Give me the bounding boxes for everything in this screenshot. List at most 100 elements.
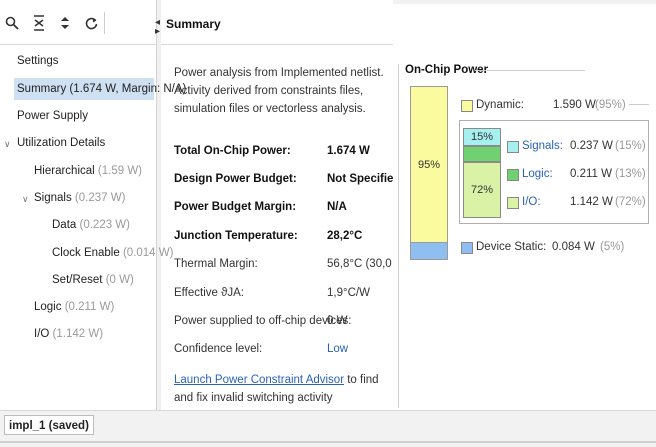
summary-row-label: Effective ϑJA: [174,287,244,299]
tree-item-settings[interactable]: Settings [17,50,59,72]
launch-advisor-text: Launch Power Constraint Advisor to find … [174,371,389,407]
summary-row-label: Design Power Budget: [174,173,297,185]
collapse-all-icon[interactable] [31,14,47,32]
legend-value: 1.142 W [570,196,613,208]
segment-io-pct: 72% [470,184,494,196]
summary-row-value: Not Specified [327,173,393,185]
confidence-link[interactable]: Low [327,340,348,358]
segment-io: 72% [463,162,501,218]
tree-item-summary[interactable]: Summary (1.674 W, Margin: N/A) [14,78,186,100]
toolbar [0,0,156,45]
legend-pct: (15%) [615,140,646,152]
summary-row-label: Thermal Margin: [174,258,258,270]
legend-pct: (72%) [615,196,646,208]
summary-header: Summary [161,0,393,45]
legend-io: I/O: 1.142 W (72%) [507,194,652,210]
legend-logic: Logic: 0.211 W (13%) [507,166,652,182]
summary-row-label: Power supplied to off-chip devices: [174,315,352,327]
legend-pct: (13%) [615,168,646,180]
launch-advisor-link[interactable]: Launch Power Constraint Advisor [174,374,344,386]
summary-row-value: 28,2°C [327,230,363,242]
summary-row-label: Total On-Chip Power: [174,145,291,157]
legend-value: 0.211 W [570,168,612,180]
top-strip [393,0,656,4]
legend-pct: (95%) [595,99,626,111]
tree-item-label: Set/Reset [52,274,103,286]
io-swatch [507,197,519,209]
tree-item-value: (0.211 W) [64,301,115,313]
tree-item-label: I/O [34,328,50,340]
tree-item-label: Settings [17,55,59,67]
segment-logic [463,146,501,162]
dynamic-rule [629,104,649,105]
expand-all-icon[interactable] [57,14,73,32]
legend-value: 0.237 W [570,140,613,152]
summary-intro: Power analysis from Implemented netlist.… [174,67,384,115]
summary-row-value: N/A [327,201,347,213]
legend-pct: (5%) [600,241,625,253]
summary-title: Summary [166,17,221,31]
signals-swatch [507,141,519,153]
search-icon[interactable] [4,14,20,32]
power-bar-dynamic-pct: 95% [417,159,441,171]
status-bar: impl_1 (saved) [0,410,656,447]
tree-item-value: (1.142 W) [52,328,104,340]
status-underline [0,441,656,443]
tree-item-value: (0.237 W) [74,192,126,204]
tree-item-label: Utilization Details [17,137,106,149]
tree-item-signals[interactable]: ∨ Signals (0.237 W) [22,187,125,209]
signals-link[interactable]: Signals: [522,138,563,154]
tree-item-clock-enable[interactable]: Clock Enable (0.014 W) [52,242,173,264]
panel-separator [398,64,399,408]
summary-row-value: 0 W [327,315,348,327]
tree-item-label: Hierarchical [34,165,95,177]
tree-item-hierarchical[interactable]: Hierarchical (1.59 W) [34,160,142,182]
segment-signals: 15% [463,128,501,146]
legend-value: 1.590 W [553,99,596,111]
tree-item-set-reset[interactable]: Set/Reset (0 W) [52,269,134,291]
dynamic-swatch [461,100,473,112]
segment-signals-pct: 15% [470,131,494,143]
tree-item-label: Data [52,219,77,231]
logic-swatch [507,169,519,181]
logic-link[interactable]: Logic: [522,166,553,182]
title-rule [475,70,585,71]
tree-item-data[interactable]: Data (0.223 W) [52,214,130,236]
tree-item-utilization-details[interactable]: ∨ Utilization Details [4,132,105,154]
summary-row-label: Confidence level: [174,343,263,355]
tree-item-power-supply[interactable]: Power Supply [17,105,88,127]
tree-item-label: Signals [34,192,72,204]
tree-item-value: (0 W) [105,274,134,286]
power-bar: 95% [410,86,448,260]
dynamic-breakdown-bar: 15% 72% [463,128,503,218]
legend-signals: Signals: 0.237 W (15%) [507,138,652,154]
legend-value: 0.084 W [552,241,595,253]
tree-item-io[interactable]: I/O (1.142 W) [34,323,103,345]
tree-item-label: Clock Enable [52,247,120,259]
summary-row-value: 1,9°C/W [327,287,370,299]
summary-row-value: 1.674 W [327,145,370,157]
power-bar-static [411,243,447,259]
toolbar-separator [104,12,105,34]
refresh-icon[interactable] [83,14,99,32]
tree-item-label: Logic [34,301,62,313]
run-tab[interactable]: impl_1 (saved) [4,415,94,435]
summary-row-value: 56,8°C (30,0 W) [327,258,393,270]
tree-item-label: Power Supply [17,110,88,122]
tree-item-logic[interactable]: Logic (0.211 W) [34,296,114,318]
chevron-down-icon[interactable]: ∨ [4,133,11,155]
summary-panel: Power analysis from Implemented netlist.… [161,44,393,410]
legend-dynamic: Dynamic: 1.590 W (95%) [461,97,651,113]
legend-device-static: Device Static: 0.084 W (5%) [461,239,651,255]
navigation-tree: Settings Summary (1.674 W, Margin: N/A) … [0,44,186,410]
tree-item-value: (1.59 W) [97,165,143,177]
legend-label: Dynamic: [476,99,524,111]
io-link[interactable]: I/O: [522,194,541,210]
splitter-grip-icon[interactable]: ◂ ▸ [155,18,160,37]
legend-label: Device Static: [476,241,547,253]
tree-item-value: (0.223 W) [79,219,131,231]
summary-row-label: Junction Temperature: [174,230,298,242]
chevron-down-icon[interactable]: ∨ [22,188,29,210]
static-swatch [461,242,473,254]
summary-row-label: Power Budget Margin: [174,201,297,213]
